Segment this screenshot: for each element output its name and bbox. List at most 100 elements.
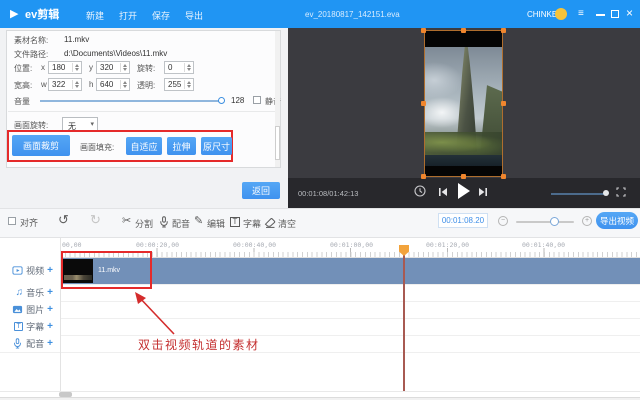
player-volume-track[interactable] — [551, 193, 605, 195]
handle-top-right[interactable] — [501, 28, 506, 33]
video-selection-box[interactable] — [424, 30, 503, 177]
file-path-value: d:\Documents\Videos\11.mkv — [64, 49, 167, 58]
timeline-zoom-handle[interactable] — [550, 217, 559, 226]
document-title: ev_20180817_142151.eva — [305, 10, 400, 19]
opacity-stepper[interactable] — [184, 80, 192, 89]
scissors-icon[interactable]: ✂ — [122, 216, 131, 227]
track-header-image[interactable]: 图片 + — [0, 301, 60, 318]
row-sep — [0, 318, 640, 319]
eraser-icon[interactable] — [264, 216, 276, 228]
fill-auto-button[interactable]: 自适应 — [126, 137, 162, 155]
replay-icon[interactable] — [413, 184, 427, 198]
player-time: 00:01:08/01:42:13 — [298, 189, 358, 198]
zoom-in-button[interactable]: + — [582, 216, 592, 226]
player-volume-handle[interactable] — [603, 190, 609, 196]
h-label: h — [89, 80, 93, 89]
handle-bottom-left[interactable] — [421, 174, 426, 179]
player-bar: 00:01:08/01:42:13 — [288, 178, 640, 208]
fullscreen-icon[interactable] — [616, 187, 626, 197]
rotate-input[interactable]: 0 — [164, 61, 194, 74]
text-icon[interactable]: T — [230, 217, 240, 227]
track-label: 视频 — [26, 264, 44, 277]
crop-button[interactable]: 画面裁剪 — [12, 135, 70, 156]
clear-button[interactable]: 清空 — [278, 217, 296, 230]
title-bar: ▶ ev剪辑 新建 打开 保存 导出 ev_20180817_142151.ev… — [0, 0, 640, 28]
h-input[interactable]: 640 — [96, 78, 130, 91]
highlight-box-clip — [61, 251, 152, 289]
w-value: 322 — [52, 80, 65, 89]
rotate-stepper[interactable] — [184, 63, 192, 72]
undo-icon[interactable]: ↺ — [58, 214, 69, 225]
opacity-input[interactable]: 255 — [164, 78, 194, 91]
export-video-button[interactable]: 导出视频 — [596, 212, 638, 229]
handle-mid-left[interactable] — [421, 101, 426, 106]
handle-bottom-right[interactable] — [501, 174, 506, 179]
previous-frame-icon[interactable] — [438, 187, 448, 197]
panel-scrollbar-thumb[interactable] — [275, 126, 280, 160]
zoom-out-button[interactable]: − — [498, 216, 508, 226]
plus-icon: + — [583, 217, 591, 225]
align-checkbox[interactable] — [8, 217, 16, 225]
back-button[interactable]: 返回 — [242, 182, 280, 199]
timeline-zoom-track[interactable] — [516, 221, 574, 223]
app-window: ▶ ev剪辑 新建 打开 保存 导出 ev_20180817_142151.ev… — [0, 0, 640, 400]
menu-open[interactable]: 打开 — [119, 9, 137, 22]
y-label: y — [89, 63, 93, 72]
fill-original-button[interactable]: 原尺寸 — [201, 137, 232, 155]
x-input[interactable]: 180 — [48, 61, 82, 74]
handle-mid-right[interactable] — [501, 101, 506, 106]
play-button-icon[interactable] — [457, 183, 470, 199]
add-track-button[interactable]: + — [47, 338, 53, 349]
playhead-line[interactable] — [403, 255, 405, 391]
minimize-button[interactable] — [596, 14, 605, 16]
track-header-subtitle[interactable]: T 字幕 + — [0, 318, 60, 335]
align-label: 对齐 — [20, 216, 38, 229]
play-logo-icon: ▶ — [10, 7, 18, 20]
microphone-icon[interactable] — [158, 216, 170, 228]
menu-new[interactable]: 新建 — [86, 9, 104, 22]
volume-slider-track[interactable] — [40, 100, 219, 102]
annotation-arrow — [126, 288, 186, 338]
w-stepper[interactable] — [72, 80, 80, 89]
mute-checkbox[interactable] — [253, 96, 261, 104]
current-time-input[interactable]: 00:01:08.20 — [438, 213, 488, 228]
avatar[interactable] — [555, 8, 567, 20]
file-path-label: 文件路径: — [14, 49, 48, 60]
h-stepper[interactable] — [120, 80, 128, 89]
volume-slider-handle[interactable] — [218, 97, 225, 104]
split-button[interactable]: 分割 — [135, 217, 153, 230]
handle-top-center[interactable] — [461, 28, 466, 33]
close-button[interactable]: × — [626, 6, 633, 20]
subtitle-icon: T — [14, 322, 23, 331]
menu-save[interactable]: 保存 — [152, 9, 170, 22]
add-track-button[interactable]: + — [47, 304, 53, 315]
pencil-icon[interactable]: ✎ — [194, 216, 203, 227]
music-icon: ♫ — [16, 288, 24, 298]
dub-button[interactable]: 配音 — [172, 217, 190, 230]
next-frame-icon[interactable] — [478, 187, 488, 197]
redo-icon[interactable]: ↻ — [90, 214, 101, 225]
volume-label: 音量 — [14, 96, 30, 107]
edit-button[interactable]: 编辑 — [207, 217, 225, 230]
track-header-music[interactable]: ♫ 音乐 + — [0, 284, 60, 301]
subtitle-button[interactable]: 字幕 — [243, 217, 261, 230]
x-stepper[interactable] — [72, 63, 80, 72]
video-icon — [12, 265, 23, 276]
add-track-button[interactable]: + — [47, 265, 53, 276]
menu-burger-icon[interactable]: ≡ — [578, 8, 584, 19]
rotate-value: 0 — [168, 63, 172, 72]
menu-export[interactable]: 导出 — [185, 9, 203, 22]
fill-stretch-button[interactable]: 拉伸 — [167, 137, 196, 155]
y-stepper[interactable] — [120, 63, 128, 72]
track-header-video[interactable]: 视频 + — [0, 257, 60, 284]
y-input[interactable]: 320 — [96, 61, 130, 74]
add-track-button[interactable]: + — [47, 287, 53, 298]
maximize-button[interactable] — [611, 10, 619, 18]
minus-icon: − — [499, 217, 507, 225]
track-header-voice[interactable]: 配音 + — [0, 335, 60, 352]
handle-top-left[interactable] — [421, 28, 426, 33]
handle-bottom-center[interactable] — [461, 174, 466, 179]
scrollbar-border — [0, 391, 640, 392]
w-input[interactable]: 322 — [48, 78, 82, 91]
add-track-button[interactable]: + — [47, 321, 53, 332]
